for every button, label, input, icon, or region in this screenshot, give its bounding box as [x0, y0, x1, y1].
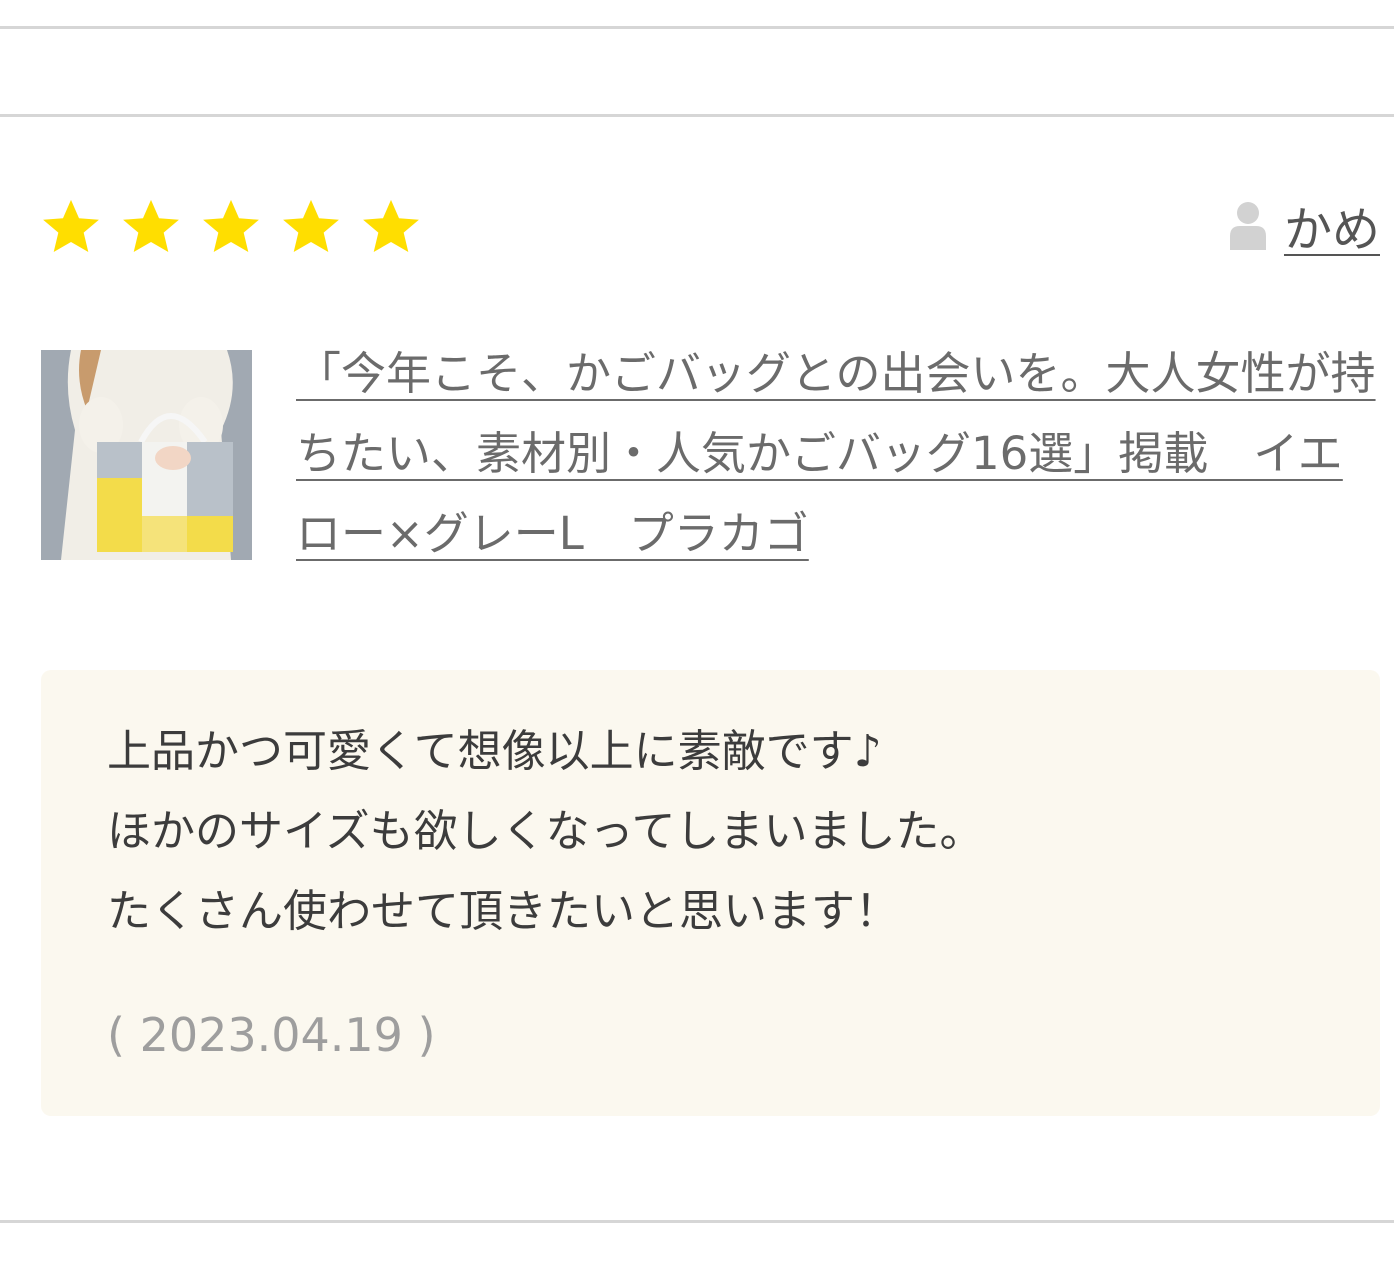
- star-icon: [363, 199, 419, 253]
- product-title-link[interactable]: 「今年こそ、かごバッグとの出会いを。大人女性が持ちたい、素材別・人気かごバッグ1…: [296, 334, 1376, 574]
- divider-header: [0, 114, 1394, 117]
- review-line: 上品かつ可愛くて想像以上に素敵です♪: [107, 726, 882, 777]
- product-thumbnail[interactable]: [41, 350, 252, 560]
- divider-bottom: [0, 1220, 1394, 1223]
- review-date: ( 2023.04.19 ): [107, 1008, 436, 1062]
- review-body-box: 上品かつ可愛くて想像以上に素敵です♪ ほかのサイズも欲しくなってしまいました。 …: [41, 670, 1380, 1116]
- review-line: ほかのサイズも欲しくなってしまいました。: [107, 806, 984, 857]
- user-icon: [1229, 202, 1266, 250]
- star-icon: [43, 199, 99, 253]
- review-body: 上品かつ可愛くて想像以上に素敵です♪ ほかのサイズも欲しくなってしまいました。 …: [107, 712, 983, 952]
- review-page: かめ 「今年こそ、かごバッグとの出会いを。大人女性が持ちたい、素材別・人気かごバ…: [0, 0, 1394, 1285]
- divider-top: [0, 26, 1394, 29]
- reviewer: かめ: [1228, 190, 1380, 260]
- review-line: たくさん使わせて頂きたいと思います！: [107, 886, 899, 937]
- star-rating: [40, 196, 422, 258]
- reviewer-name-link[interactable]: かめ: [1284, 190, 1380, 260]
- star-icon: [283, 199, 339, 253]
- star-icon: [123, 199, 179, 253]
- star-icon: [203, 199, 259, 253]
